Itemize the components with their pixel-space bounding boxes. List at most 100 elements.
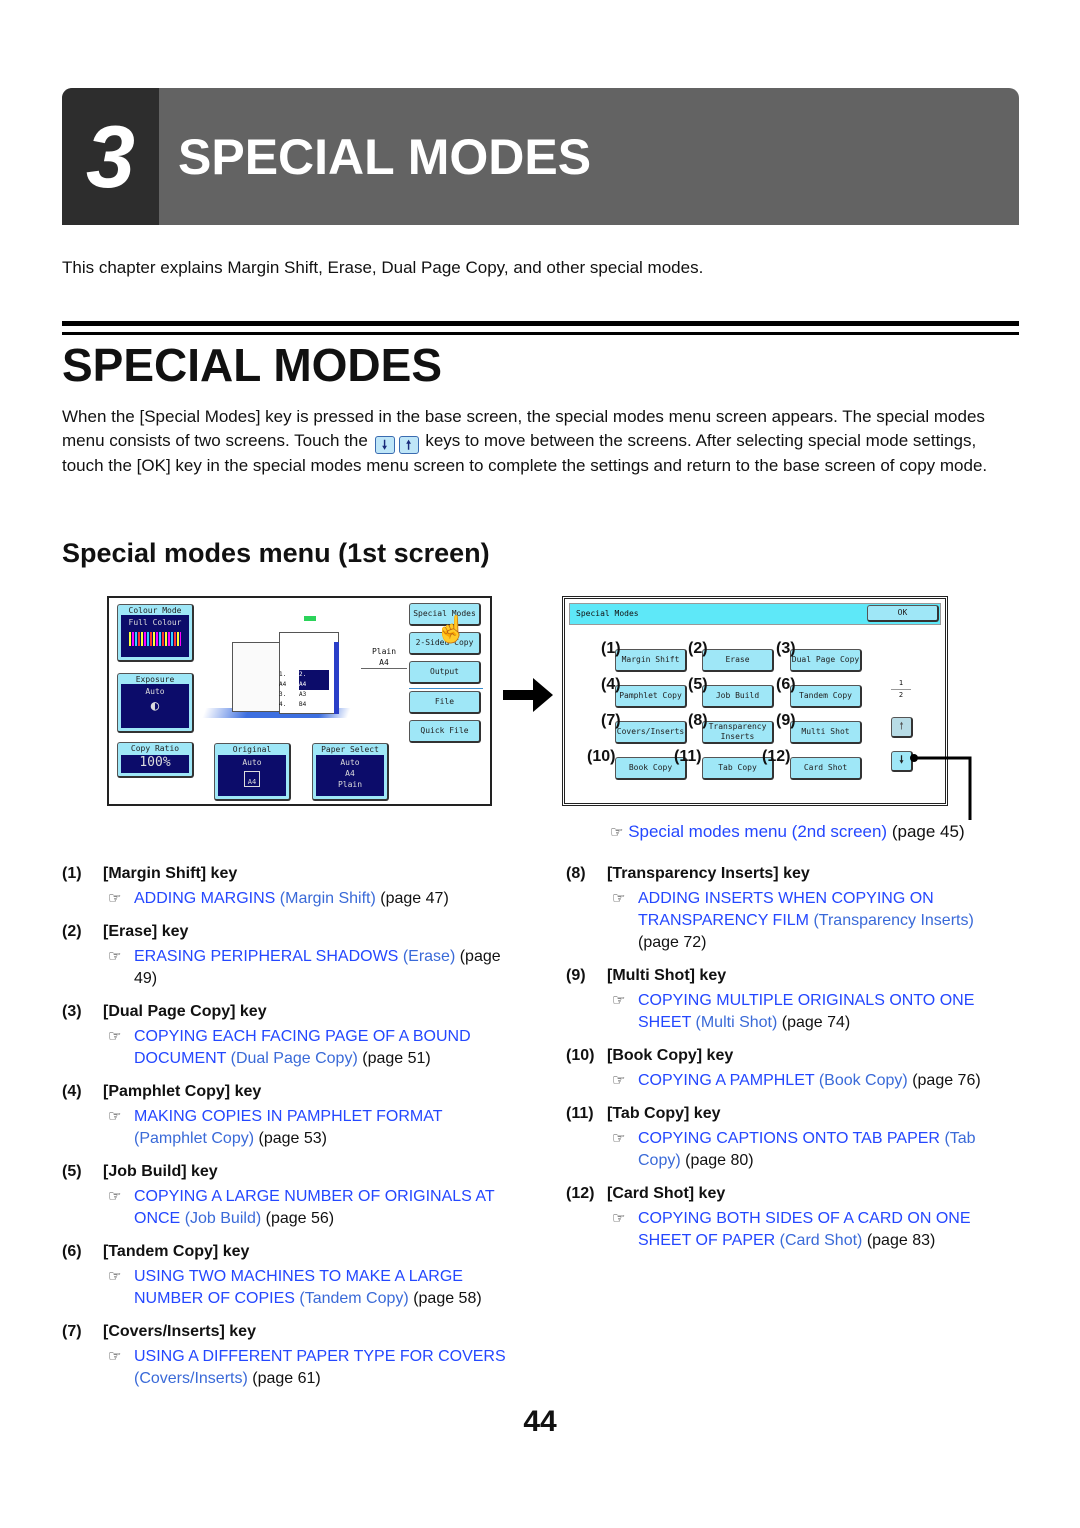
- page-ref: (page 61): [252, 1370, 321, 1387]
- scroll-up-key[interactable]: 🠕: [891, 717, 913, 738]
- reference-link-mode[interactable]: (Job Build): [185, 1210, 261, 1227]
- item-number: (3): [62, 1003, 82, 1020]
- menu-key-number: (9): [776, 712, 796, 729]
- menu-key-number: (6): [776, 676, 796, 693]
- page-ref: (page 45): [891, 822, 965, 841]
- menu-key-multi-shot[interactable]: Multi Shot: [790, 721, 862, 744]
- reference-link[interactable]: MAKING COPIES IN PAMPHLET FORMAT: [134, 1108, 442, 1125]
- ok-key[interactable]: OK: [867, 605, 939, 622]
- menu-key-job-build[interactable]: Job Build: [702, 685, 774, 708]
- item-reference: ☞ ADDING INSERTS WHEN COPYING ON TRANSPAR…: [612, 888, 1006, 954]
- reference-link-mode[interactable]: (Tandem Copy): [299, 1290, 408, 1307]
- pointing-hand-icon: ☞: [612, 1072, 626, 1089]
- item-reference: ☞ ERASING PERIPHERAL SHADOWS (Erase) (pag…: [108, 946, 512, 990]
- reference-2nd-screen: ☞ Special modes menu (2nd screen) (page …: [610, 822, 965, 842]
- current-page: 1: [891, 678, 911, 690]
- chapter-title: SPECIAL MODES: [178, 129, 592, 185]
- menu-key-pamphlet-copy[interactable]: Pamphlet Copy: [615, 685, 687, 708]
- reference-link-mode[interactable]: (Book Copy): [819, 1072, 908, 1089]
- item-title: [Transparency Inserts] key: [607, 865, 810, 882]
- menu-key-erase[interactable]: Erase: [702, 649, 774, 672]
- item-number: (11): [566, 1105, 594, 1122]
- reference-link-mode[interactable]: (Margin Shift): [280, 890, 376, 907]
- page-ref: (page 72): [638, 934, 707, 951]
- section-paragraph: When the [Special Modes] key is pressed …: [62, 405, 1012, 477]
- page-ref: (page 47): [380, 890, 449, 907]
- reference-link[interactable]: COPYING CAPTIONS ONTO TAB PAPER: [638, 1130, 940, 1147]
- page-ref: (page 76): [912, 1072, 981, 1089]
- pointing-hand-icon: ☞: [610, 824, 624, 841]
- paper-select-key[interactable]: Paper Select Auto A4 Plain: [312, 743, 389, 801]
- quick-file-key[interactable]: Quick File: [409, 720, 481, 743]
- menu-key-number: (11): [674, 748, 702, 765]
- item-reference: ☞ USING TWO MACHINES TO MAKE A LARGE NUMB…: [108, 1266, 512, 1310]
- colour-mode-key[interactable]: Colour Mode Full Colour: [117, 604, 194, 662]
- item-title: [Card Shot] key: [607, 1185, 726, 1202]
- key-value: Full Colour: [121, 615, 189, 657]
- item-reference: ☞ COPYING BOTH SIDES OF A CARD ON ONE SHE…: [612, 1208, 1006, 1252]
- menu-key-card-shot[interactable]: Card Shot: [790, 757, 862, 780]
- down-arrow-key-icon: 🠗: [374, 435, 395, 454]
- reference-link-mode[interactable]: (Card Shot): [780, 1232, 863, 1249]
- item-title: [Dual Page Copy] key: [103, 1003, 267, 1020]
- tray-1: 1.: [279, 671, 287, 678]
- reference-link[interactable]: COPYING A PAMPHLET: [638, 1072, 814, 1089]
- page-number: 44: [523, 1405, 557, 1438]
- reference-link-mode[interactable]: (Dual Page Copy): [231, 1050, 358, 1067]
- menu-key-number: (7): [601, 712, 621, 729]
- reference-link-mode[interactable]: (Transparency Inserts): [813, 912, 973, 929]
- value: Auto: [145, 687, 165, 696]
- pointing-hand-icon: ☞: [108, 1028, 122, 1045]
- reference-link[interactable]: ERASING PERIPHERAL SHADOWS: [134, 948, 398, 965]
- value: A4: [379, 658, 389, 667]
- menu-key-number: (12): [762, 748, 791, 765]
- file-key[interactable]: File: [409, 691, 481, 714]
- total-pages: 2: [898, 691, 904, 699]
- page-ref: (page 80): [685, 1152, 754, 1169]
- reference-link-mode[interactable]: (Multi Shot): [696, 1014, 778, 1031]
- item-title: [Erase] key: [103, 923, 189, 940]
- reference-link[interactable]: ADDING MARGINS: [134, 890, 275, 907]
- original-key[interactable]: Original Auto A4: [214, 743, 291, 801]
- value: Auto: [242, 758, 262, 767]
- chapter-header: 3 SPECIAL MODES: [62, 88, 1019, 225]
- menu-key-tandem-copy[interactable]: Tandem Copy: [790, 685, 862, 708]
- pointing-hand-icon: ☞: [108, 1108, 122, 1125]
- item-title: [Tab Copy] key: [607, 1105, 721, 1122]
- tray-3: 3.: [279, 691, 287, 698]
- menu-key-number: (1): [601, 640, 621, 657]
- reference-link-mode[interactable]: (Covers/Inserts): [134, 1370, 248, 1387]
- menu-key-number: (5): [688, 676, 708, 693]
- menu-key-dual-page-copy[interactable]: Dual Page Copy: [790, 649, 862, 672]
- reference-link[interactable]: USING A DIFFERENT PAPER TYPE FOR COVERS: [134, 1348, 506, 1365]
- value: Full Colour: [128, 618, 182, 627]
- page-ref: (page 56): [265, 1210, 335, 1227]
- exposure-key[interactable]: Exposure Auto ◐: [117, 673, 194, 733]
- chapter-number: 3: [62, 88, 159, 225]
- item-number: (12): [566, 1185, 595, 1202]
- reference-link-mode[interactable]: (Pamphlet Copy): [134, 1130, 254, 1147]
- value: A4: [345, 769, 355, 778]
- exposure-icon: ◐: [150, 698, 160, 714]
- reference-link-mode[interactable]: (Erase): [403, 948, 455, 965]
- item-reference: ☞ COPYING A LARGE NUMBER OF ORIGINALS AT …: [108, 1186, 512, 1230]
- tray-4: 4.: [279, 701, 287, 708]
- copy-ratio-key[interactable]: Copy Ratio 100%: [117, 742, 194, 778]
- pointing-hand-icon: ☞: [612, 1210, 626, 1227]
- page-ref: (page 51): [362, 1050, 431, 1067]
- page-ref: (page 74): [781, 1014, 851, 1031]
- tray-1-size: A4: [279, 681, 287, 688]
- value: Plain: [337, 780, 363, 789]
- original-size-icon: A4: [244, 771, 260, 787]
- divider: [62, 321, 1019, 326]
- menu-key-transparency-inserts[interactable]: Transparency Inserts: [702, 721, 774, 744]
- callout-line: [910, 754, 972, 820]
- menu-key-margin-shift[interactable]: Margin Shift: [615, 649, 687, 672]
- pointing-hand-icon: ☞: [108, 948, 122, 965]
- menu-key-covers-inserts[interactable]: Covers/Inserts: [615, 721, 687, 744]
- output-key[interactable]: Output: [409, 661, 481, 684]
- tray-4-size: B4: [299, 701, 307, 708]
- output-tray-info: Plain A4: [361, 646, 407, 669]
- reference-link[interactable]: Special modes menu (2nd screen): [628, 822, 887, 841]
- menu-key-number: (8): [688, 712, 708, 729]
